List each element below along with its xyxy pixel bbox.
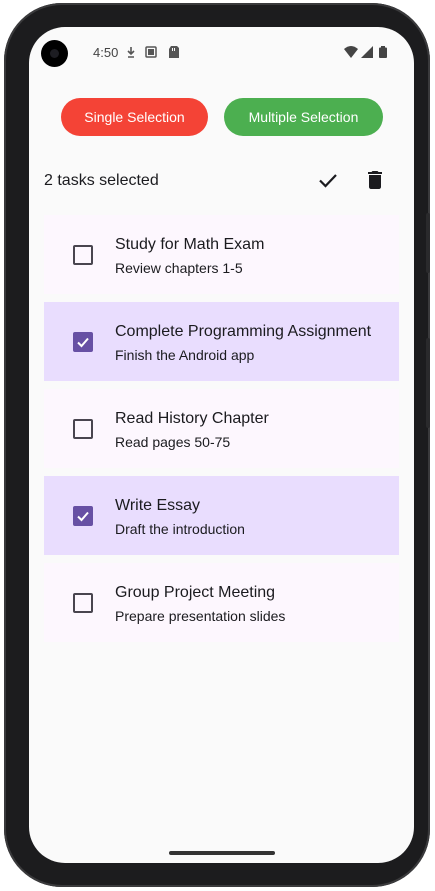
task-row[interactable]: Complete Programming Assignment Finish t… (44, 302, 399, 381)
screenshot-icon (145, 46, 157, 58)
single-selection-button[interactable]: Single Selection (61, 98, 208, 136)
task-checkbox[interactable] (73, 593, 93, 613)
home-indicator[interactable] (169, 851, 275, 855)
task-checkbox[interactable] (73, 332, 93, 352)
phone-frame: 4:50 Single Selection Multiple Selection… (4, 3, 430, 887)
task-title: Complete Programming Assignment (115, 323, 372, 340)
volume-button (426, 338, 430, 428)
multiple-selection-button[interactable]: Multiple Selection (224, 98, 383, 136)
task-row[interactable]: Group Project Meeting Prepare presentati… (44, 563, 399, 642)
wifi-icon (344, 46, 358, 58)
task-checkbox[interactable] (73, 245, 93, 265)
power-button (426, 213, 430, 273)
task-row[interactable]: Write Essay Draft the introduction (44, 476, 399, 555)
task-title: Study for Math Exam (115, 236, 265, 253)
battery-icon (379, 46, 387, 58)
task-description: Review chapters 1-5 (115, 260, 243, 276)
status-time: 4:50 (93, 45, 119, 60)
selected-count-label: 2 tasks selected (44, 172, 159, 189)
task-title: Group Project Meeting (115, 584, 276, 601)
task-row[interactable]: Study for Math Exam Review chapters 1-5 (44, 215, 399, 294)
task-title: Read History Chapter (115, 410, 269, 427)
task-title: Write Essay (115, 497, 201, 514)
cellular-signal-icon (361, 46, 373, 58)
trash-icon[interactable] (363, 168, 387, 192)
download-icon (127, 47, 135, 58)
front-camera (41, 40, 68, 67)
task-checkbox[interactable] (73, 506, 93, 526)
task-description: Finish the Android app (115, 347, 255, 363)
checkmark-icon (77, 511, 89, 522)
checkmark-icon (77, 337, 89, 348)
task-description: Read pages 50-75 (115, 434, 231, 450)
sd-card-icon (169, 46, 179, 58)
task-row[interactable]: Read History Chapter Read pages 50-75 (44, 389, 399, 468)
check-icon[interactable] (316, 168, 340, 192)
task-list: Study for Math Exam Review chapters 1-5 … (44, 215, 399, 650)
task-checkbox[interactable] (73, 419, 93, 439)
task-description: Draft the introduction (115, 521, 245, 537)
screen: 4:50 Single Selection Multiple Selection… (29, 27, 414, 863)
task-description: Prepare presentation slides (115, 608, 286, 624)
